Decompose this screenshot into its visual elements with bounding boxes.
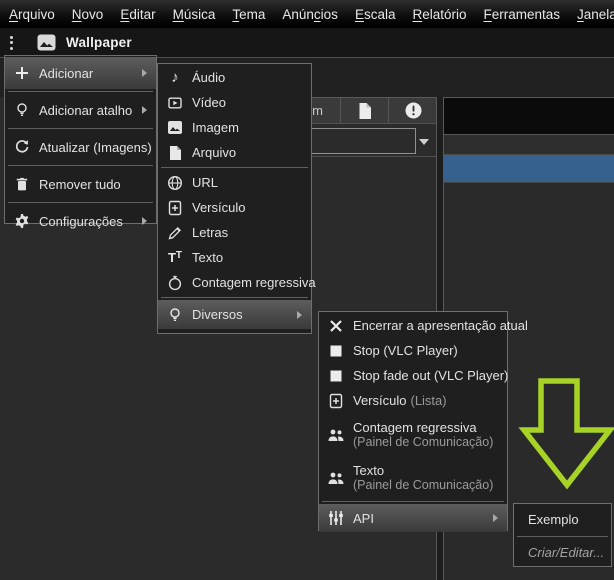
video-icon: [158, 95, 192, 111]
people-icon: [319, 428, 353, 442]
kebab-menu-icon[interactable]: [10, 36, 13, 50]
menu-item-criar-editar[interactable]: Criar/Editar...: [514, 539, 611, 566]
menu-bar: Arquivo Novo Editar Música Tema Anúncios…: [0, 0, 614, 28]
book-plus-icon: [158, 200, 192, 216]
menu-separator: [322, 501, 504, 502]
submenu-arrow-icon: [142, 106, 147, 114]
preview-black-area: [444, 98, 614, 135]
menu-item-versiculo[interactable]: Versículo: [158, 195, 311, 220]
menu-item-letras[interactable]: Letras: [158, 220, 311, 245]
file-icon: [158, 145, 192, 161]
list-row[interactable]: [444, 135, 614, 155]
image-icon: [158, 120, 192, 135]
combobox-dropdown-icon[interactable]: [419, 139, 429, 145]
menubar-item-editar[interactable]: Editar: [120, 7, 155, 22]
menu-item-diversos[interactable]: Diversos: [158, 300, 311, 329]
menu-item-url[interactable]: URL: [158, 170, 311, 195]
submenu-arrow-icon: [142, 69, 147, 77]
menu-separator: [8, 165, 153, 166]
stop-square-icon: [319, 345, 353, 357]
submenu-arrow-icon: [297, 311, 302, 319]
menu-item-remover-tudo[interactable]: Remover tudo: [5, 168, 156, 200]
menu-item-exemplo[interactable]: Exemplo: [514, 505, 611, 534]
menu-item-imagem[interactable]: Imagem: [158, 115, 311, 140]
book-plus-icon: [319, 393, 353, 409]
menubar-item-escala[interactable]: Escala: [355, 7, 396, 22]
menu-item-contagem-regressiva[interactable]: Contagem regressiva: [158, 270, 311, 295]
menu-item-stop-fade-out-vlc[interactable]: Stop fade out (VLC Player): [319, 363, 507, 388]
menu-item-texto-painel[interactable]: Texto (Painel de Comunicação): [319, 456, 507, 499]
globe-icon: [158, 175, 192, 191]
menu-separator: [8, 91, 153, 92]
file-tab-icon: [357, 102, 373, 120]
menubar-item-arquivo[interactable]: Arquivo: [9, 7, 55, 22]
menu-separator: [161, 167, 308, 168]
menu-item-audio[interactable]: ♪ Áudio: [158, 65, 311, 90]
refresh-icon: [5, 139, 39, 155]
text-Tt-icon: TT: [158, 250, 192, 265]
tab-file[interactable]: [340, 98, 388, 123]
diversos-submenu: Encerrar a apresentação atual Stop (VLC …: [318, 311, 508, 531]
lightbulb-icon: [5, 102, 39, 118]
adicionar-submenu: ♪ Áudio Vídeo Imagem Arquivo URL: [157, 63, 312, 334]
stop-square-icon: [319, 370, 353, 382]
menubar-item-anuncios[interactable]: Anúncios: [282, 7, 338, 22]
menubar-item-janelas[interactable]: Janelas: [577, 7, 614, 22]
submenu-arrow-icon: [142, 217, 147, 225]
menubar-item-novo[interactable]: Novo: [72, 7, 104, 22]
lightbulb-icon: [158, 307, 192, 323]
menu-item-versiculo-lista[interactable]: Versículo (Lista): [319, 388, 507, 413]
trash-icon: [5, 176, 39, 192]
wallpaper-context-menu: Adicionar Adicionar atalho Atualizar (Im…: [4, 55, 157, 224]
tab-alert[interactable]: [388, 98, 437, 123]
menubar-item-musica[interactable]: Música: [173, 7, 216, 22]
wallpaper-header: Wallpaper: [0, 28, 614, 58]
sliders-icon: [319, 510, 353, 526]
menu-item-contagem-regressiva-painel[interactable]: Contagem regressiva (Painel de Comunicaç…: [319, 413, 507, 456]
menu-item-encerrar-apresentacao[interactable]: Encerrar a apresentação atual: [319, 313, 507, 338]
menu-item-video[interactable]: Vídeo: [158, 90, 311, 115]
menubar-item-ferramentas[interactable]: Ferramentas: [484, 7, 561, 22]
menu-separator: [8, 128, 153, 129]
menubar-item-tema[interactable]: Tema: [232, 7, 265, 22]
menu-separator: [517, 536, 608, 537]
menu-item-texto[interactable]: TT Texto: [158, 245, 311, 270]
api-submenu: Exemplo Criar/Editar...: [513, 503, 612, 567]
menu-separator: [8, 202, 153, 203]
menu-item-stop-vlc[interactable]: Stop (VLC Player): [319, 338, 507, 363]
annotation-arrow-down-icon: [521, 376, 613, 490]
menubar-item-relatorio[interactable]: Relatório: [412, 7, 466, 22]
people-icon: [319, 471, 353, 485]
stopwatch-icon: [158, 275, 192, 291]
plus-icon: [5, 65, 39, 81]
alert-circle-icon: [405, 102, 422, 119]
music-note-icon: ♪: [158, 70, 192, 85]
app-window: Arquivo Novo Editar Música Tema Anúncios…: [0, 0, 614, 580]
menu-separator: [161, 297, 308, 298]
gear-icon: [5, 213, 39, 229]
menu-item-atualizar-imagens[interactable]: Atualizar (Imagens): [5, 131, 156, 163]
writing-hand-icon: [158, 225, 192, 241]
menu-item-configuracoes[interactable]: Configurações: [5, 205, 156, 237]
menu-item-api[interactable]: API: [319, 504, 507, 532]
menu-item-arquivo[interactable]: Arquivo: [158, 140, 311, 165]
page-title: Wallpaper: [66, 35, 132, 50]
menu-item-adicionar[interactable]: Adicionar: [5, 57, 156, 89]
close-x-icon: [319, 319, 353, 333]
selected-list-row[interactable]: [444, 155, 614, 183]
wallpaper-image-icon: [37, 34, 56, 51]
menu-item-adicionar-atalho[interactable]: Adicionar atalho: [5, 94, 156, 126]
submenu-arrow-icon: [493, 514, 498, 522]
